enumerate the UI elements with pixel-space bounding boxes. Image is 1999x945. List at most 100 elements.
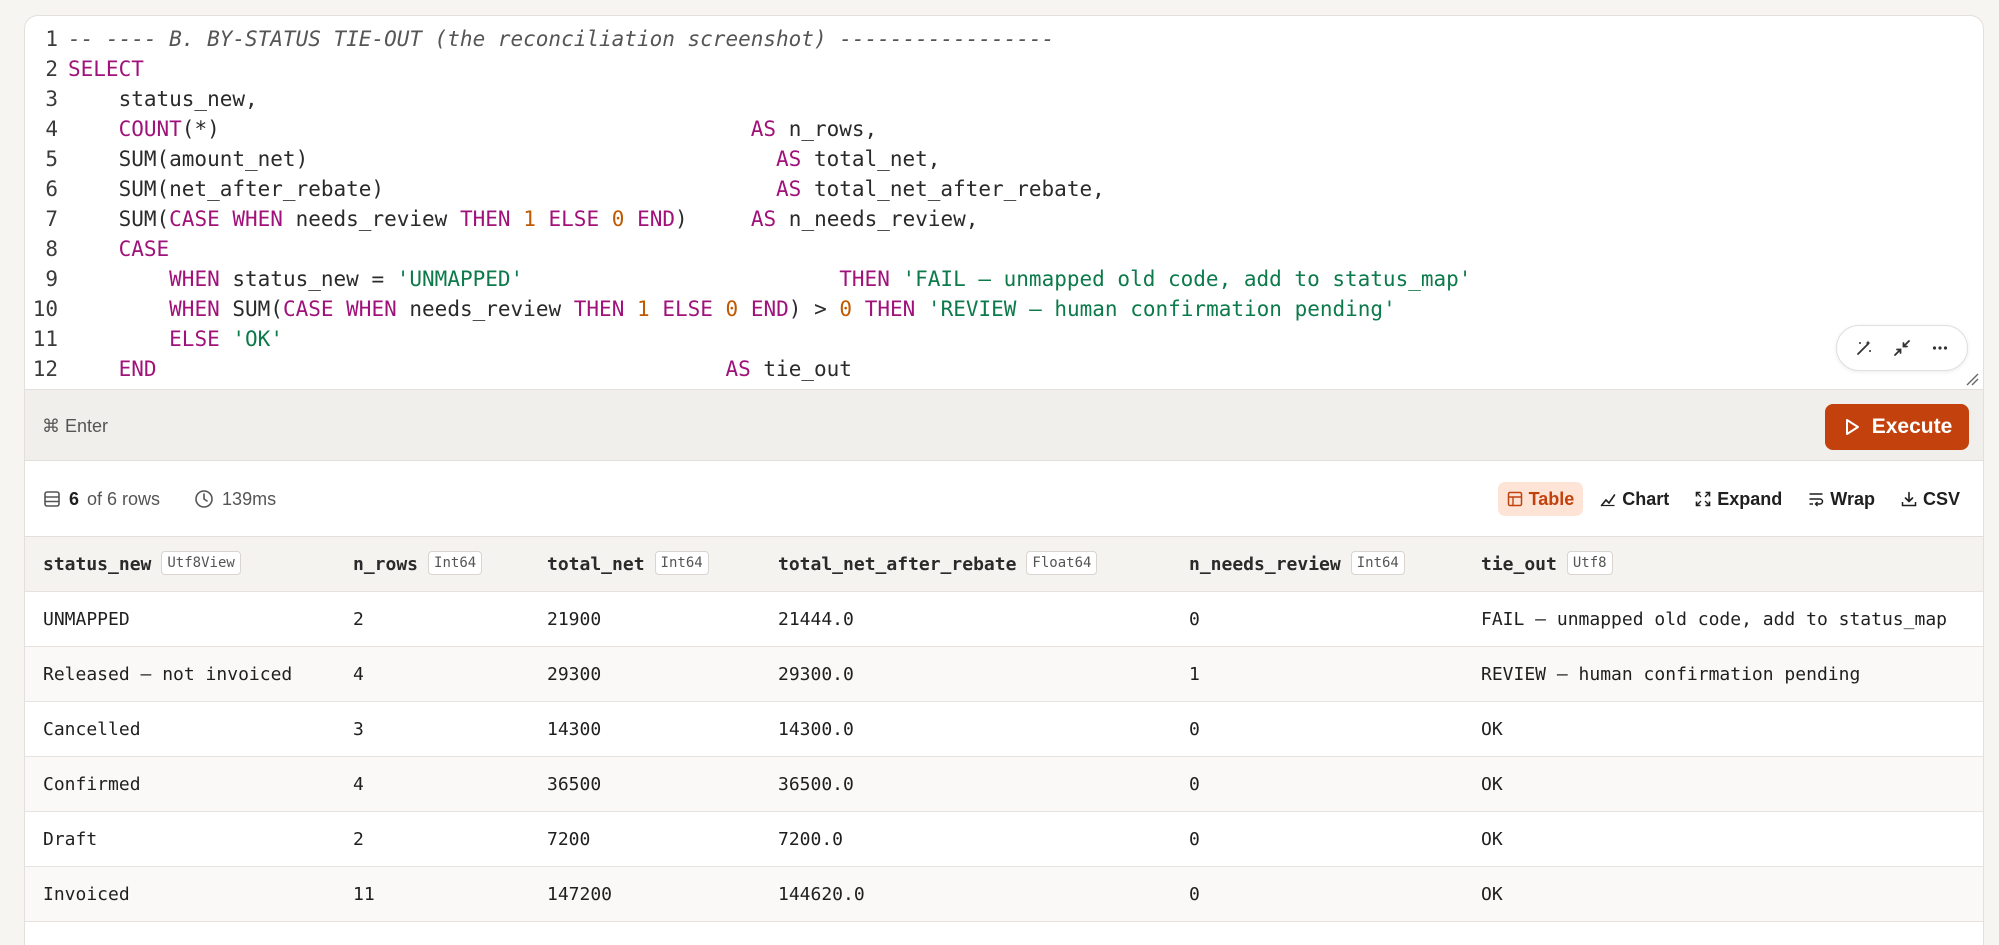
code-text: WHEN SUM(CASE WHEN needs_review THEN 1 E… — [58, 294, 1396, 324]
code-token: CASE WHEN — [169, 207, 283, 231]
code-text: COUNT(*) AS n_rows, — [58, 114, 878, 144]
line-number: 11 — [32, 327, 58, 351]
table-cell: 7200 — [547, 829, 591, 850]
code-token: CASE — [118, 237, 170, 261]
code-line[interactable]: 4 COUNT(*) AS n_rows, — [25, 114, 877, 144]
table-cell: 3 — [353, 719, 364, 740]
code-line[interactable]: 7 SUM(CASE WHEN needs_review THEN 1 ELSE… — [25, 204, 978, 234]
code-token: ELSE — [548, 207, 600, 231]
collapse-icon[interactable] — [1889, 335, 1915, 361]
column-name: status_new — [43, 554, 152, 575]
column-name: tie_out — [1481, 554, 1557, 575]
table-row[interactable]: Released — not invoiced 4 29300 29300.0 1 REV… — [25, 647, 1983, 702]
wrap-icon — [1809, 493, 1824, 507]
code-line[interactable]: 8 CASE — [25, 234, 169, 264]
code-line[interactable]: 1 -- ---- B. BY-STATUS TIE-OUT (the recon… — [25, 24, 1054, 54]
column-header-total-net[interactable]: total_net Int64 — [547, 537, 709, 592]
column-header-total-net-after-rebate[interactable]: total_net_after_rebate Float64 — [778, 537, 1098, 592]
chart-view-button[interactable]: Chart — [1591, 482, 1678, 516]
table-view-button[interactable]: Table — [1497, 482, 1584, 516]
code-token: SUM(amount_net) — [68, 147, 777, 171]
code-line[interactable]: 12 END AS tie_out — [25, 354, 852, 384]
code-token: n_needs_review, — [776, 207, 979, 231]
code-line[interactable]: 11 ELSE 'OK' — [25, 324, 283, 354]
table-row[interactable]: Invoiced 11 147200 144620.0 0 OK — [25, 867, 1983, 922]
table-cell: 0 — [1189, 719, 1200, 740]
table-row[interactable]: Confirmed 4 36500 36500.0 0 OK — [25, 757, 1983, 812]
code-token: -- ---- B. BY-STATUS TIE-OUT (the reconc… — [68, 27, 1055, 51]
table-cell: OK — [1481, 719, 1503, 740]
expand-button[interactable]: Expand — [1686, 482, 1791, 516]
table-cell: 11 — [353, 884, 375, 905]
more-icon[interactable] — [1927, 335, 1953, 361]
row-total: of 6 rows — [87, 488, 161, 509]
line-number: 6 — [45, 177, 58, 201]
code-token: WHEN — [169, 267, 220, 291]
table-cell: 21444.0 — [778, 609, 854, 630]
table-cell: Draft — [43, 829, 98, 850]
magic-wand-icon[interactable] — [1851, 335, 1877, 361]
code-token: (*) — [181, 117, 751, 141]
table-view-label: Table — [1528, 488, 1575, 509]
code-token: AS — [725, 357, 751, 381]
result-view-tools: Table Chart Expand Wrap CSV — [1497, 461, 1969, 537]
code-token: AS — [750, 207, 777, 231]
column-header-tie-out[interactable]: tie_out Utf8 — [1481, 537, 1613, 592]
wrap-button[interactable]: Wrap — [1799, 482, 1884, 516]
table-cell: 0 — [1189, 609, 1200, 630]
code-token: AS — [776, 177, 802, 201]
execute-button[interactable]: Execute — [1825, 404, 1969, 450]
code-token: 'UNMAPPED' — [396, 267, 524, 291]
expand-icon — [1695, 491, 1711, 507]
table-cell: 2 — [353, 829, 364, 850]
code-token: THEN — [839, 267, 890, 291]
table-cell: OK — [1481, 829, 1503, 850]
code-text: SUM(CASE WHEN needs_review THEN 1 ELSE 0… — [58, 204, 979, 234]
code-line[interactable]: 9 WHEN status_new = 'UNMAPPED' THEN 'FAI… — [25, 264, 1471, 294]
csv-label: CSV — [1922, 488, 1960, 509]
code-line[interactable]: 2 SELECT — [25, 54, 144, 84]
code-token: total_net_after_rebate, — [801, 177, 1105, 201]
resize-handle-icon[interactable] — [1965, 372, 1979, 386]
table-cell: 29300.0 — [778, 664, 854, 685]
table-row[interactable]: Cancelled 3 14300 14300.0 0 OK — [25, 702, 1983, 757]
code-line[interactable]: 5 SUM(amount_net) AS total_net, — [25, 144, 940, 174]
line-number: 10 — [32, 297, 58, 321]
column-type-badge: Utf8 — [1566, 551, 1613, 575]
code-token: ) — [675, 207, 751, 231]
sql-editor[interactable]: 1 -- ---- B. BY-STATUS TIE-OUT (the recon… — [25, 16, 1983, 389]
table-cell: 4 — [353, 774, 364, 795]
column-header-n-rows[interactable]: n_rows Int64 — [353, 537, 483, 592]
code-text: SUM(net_after_rebate) AS total_net_after… — [58, 174, 1105, 204]
csv-download-button[interactable]: CSV — [1892, 482, 1969, 516]
column-header-status-new[interactable]: status_new Utf8View — [43, 537, 241, 592]
table-row[interactable]: Draft 2 7200 7200.0 0 OK — [25, 812, 1983, 867]
table-cell: 4 — [353, 664, 364, 685]
code-line[interactable]: 3 status_new, — [25, 84, 257, 114]
code-token: ELSE — [169, 327, 220, 351]
table-header-row: status_new Utf8View n_rows Int64 total_net In… — [25, 537, 1983, 592]
column-name: total_net — [547, 554, 645, 575]
notebook-cell: 1 -- ---- B. BY-STATUS TIE-OUT (the recon… — [24, 15, 1984, 945]
chart-icon — [1600, 494, 1616, 507]
column-header-n-needs-review[interactable]: n_needs_review Int64 — [1189, 537, 1405, 592]
code-token: total_net, — [801, 147, 941, 171]
table-cell: Released — not invoiced — [43, 664, 293, 685]
table-row[interactable]: UNMAPPED 2 21900 21444.0 0 FAIL — unmapped ol… — [25, 592, 1983, 647]
rows-icon — [44, 491, 60, 507]
code-line[interactable]: 10 WHEN SUM(CASE WHEN needs_review THEN … — [25, 294, 1396, 324]
table-cell: Confirmed — [43, 774, 141, 795]
code-token: END — [118, 357, 157, 381]
code-line[interactable]: 6 SUM(net_after_rebate) AS total_net_aft… — [25, 174, 1105, 204]
